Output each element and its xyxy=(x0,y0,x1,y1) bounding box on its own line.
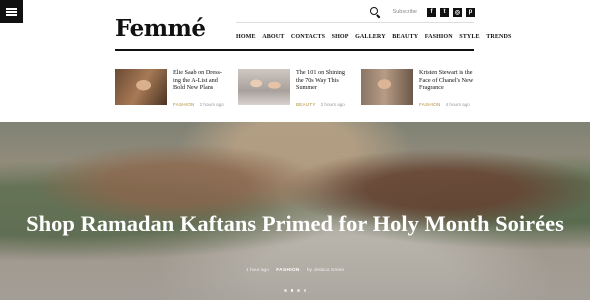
article-card[interactable]: Kristen Stewart is the Face of Chanel's … xyxy=(361,69,474,109)
article-thumbnail[interactable] xyxy=(115,69,167,105)
hero-slider[interactable]: Shop Ramadan Kaftans Primed for Holy Mon… xyxy=(0,122,590,300)
slider-dots xyxy=(0,289,590,292)
nav-item-shop[interactable]: SHOP xyxy=(332,34,349,40)
slider-dot[interactable] xyxy=(303,289,306,292)
nav-item-style[interactable]: STYLE xyxy=(459,34,479,40)
facebook-icon[interactable]: f xyxy=(427,7,436,17)
slider-dot[interactable] xyxy=(297,289,300,292)
utility-bar: Subscribe f t ◎ p xyxy=(369,6,475,18)
slider-dot-active[interactable] xyxy=(290,289,293,292)
article-title[interactable]: Kristen Stewart is the Face of Chanel's … xyxy=(419,69,474,92)
article-category[interactable]: FASHION xyxy=(419,102,441,107)
article-time: 2 hours ago xyxy=(320,102,345,107)
nav-item-beauty[interactable]: BEAUTY xyxy=(392,34,418,40)
hero-category[interactable]: FASHION xyxy=(276,268,299,273)
instagram-icon[interactable]: ◎ xyxy=(453,7,462,17)
article-title[interactable]: Elie Saab on Dress-ing the A-List and Bo… xyxy=(173,69,228,92)
nav-item-contacts[interactable]: CONTACTS xyxy=(291,34,325,40)
logo-rule xyxy=(115,49,237,51)
nav-item-home[interactable]: HOME xyxy=(236,34,256,40)
pinterest-icon[interactable]: p xyxy=(466,7,475,17)
article-thumbnail[interactable] xyxy=(238,69,290,105)
hamburger-menu-button[interactable] xyxy=(0,0,23,23)
menu-line xyxy=(6,11,17,13)
article-card[interactable]: The 101 on Shining the 70s Way This Summ… xyxy=(238,69,351,109)
article-title[interactable]: The 101 on Shining the 70s Way This Summ… xyxy=(296,69,351,92)
twitter-icon[interactable]: t xyxy=(440,7,449,17)
nav-item-about[interactable]: ABOUT xyxy=(262,34,284,40)
hero-time: 1 hour ago xyxy=(245,268,269,273)
menu-line xyxy=(6,14,17,16)
nav-item-trends[interactable]: TRENDS xyxy=(486,34,511,40)
slider-dot[interactable] xyxy=(284,289,287,292)
main-nav: HOME ABOUT CONTACTS SHOP GALLERY BEAUTY … xyxy=(236,22,511,51)
article-time: 2 hours ago xyxy=(199,102,224,107)
article-category[interactable]: BEAUTY xyxy=(296,102,316,107)
hero-title[interactable]: Shop Ramadan Kaftans Primed for Holy Mon… xyxy=(0,211,590,237)
article-category[interactable]: FASHION xyxy=(173,102,195,107)
nav-item-fashion[interactable]: FASHION xyxy=(425,34,453,40)
subscribe-link[interactable]: Subscribe xyxy=(393,9,417,15)
hero-author[interactable]: by Jessica Green xyxy=(307,268,344,273)
menu-line xyxy=(6,8,17,10)
search-icon[interactable] xyxy=(369,6,381,18)
featured-cards: Elie Saab on Dress-ing the A-List and Bo… xyxy=(115,69,475,109)
article-thumbnail[interactable] xyxy=(361,69,413,105)
nav-item-gallery[interactable]: GALLERY xyxy=(355,34,386,40)
article-card[interactable]: Elie Saab on Dress-ing the A-List and Bo… xyxy=(115,69,228,109)
site-logo[interactable]: Femmé xyxy=(115,15,206,42)
hero-meta: 1 hour ago FASHION by Jessica Green xyxy=(0,268,590,273)
article-time: 4 hours ago xyxy=(445,102,470,107)
